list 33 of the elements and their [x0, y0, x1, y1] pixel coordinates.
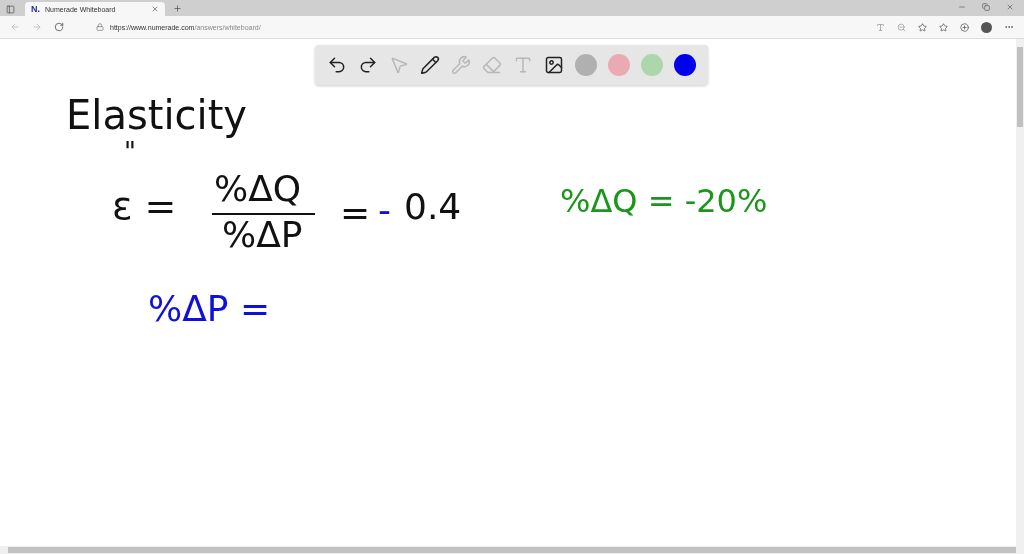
collections-icon[interactable] [960, 22, 969, 32]
color-swatch[interactable] [674, 54, 697, 76]
close-icon[interactable] [1006, 2, 1014, 11]
restore-icon[interactable] [982, 2, 990, 11]
favorite-add-icon[interactable] [918, 22, 927, 32]
reload-icon[interactable] [54, 22, 64, 32]
zoom-icon[interactable] [897, 22, 906, 32]
color-swatch[interactable] [575, 54, 598, 76]
tab-actions-icon[interactable] [6, 5, 15, 14]
handwritten-note: %ΔQ = -20% [560, 185, 768, 217]
image-icon[interactable] [544, 55, 565, 75]
close-icon[interactable] [151, 5, 159, 13]
handwritten-note: = [340, 195, 371, 231]
pen-icon[interactable] [419, 55, 440, 75]
back-icon[interactable] [10, 22, 20, 32]
handwritten-note: %ΔP [222, 217, 303, 253]
forward-icon[interactable] [32, 22, 42, 32]
lock-icon [96, 23, 104, 31]
favorites-icon[interactable] [939, 22, 948, 32]
scrollbar-thumb[interactable] [8, 547, 1016, 553]
handwritten-note: 0.4 [404, 189, 462, 225]
site-logo: N. [31, 4, 40, 14]
read-aloud-icon[interactable] [876, 22, 885, 32]
handwritten-note: %ΔP = [148, 291, 271, 327]
profile-avatar[interactable] [981, 21, 992, 33]
handwritten-note: " [124, 139, 136, 165]
scrollbar-thumb[interactable] [1017, 47, 1023, 127]
handwritten-note: - [378, 192, 391, 228]
handwritten-note: %ΔQ [214, 171, 302, 207]
color-swatch[interactable] [608, 54, 631, 76]
handwritten-note: ε = [112, 187, 177, 225]
color-swatch[interactable] [641, 54, 664, 76]
new-tab-icon[interactable] [173, 4, 182, 13]
